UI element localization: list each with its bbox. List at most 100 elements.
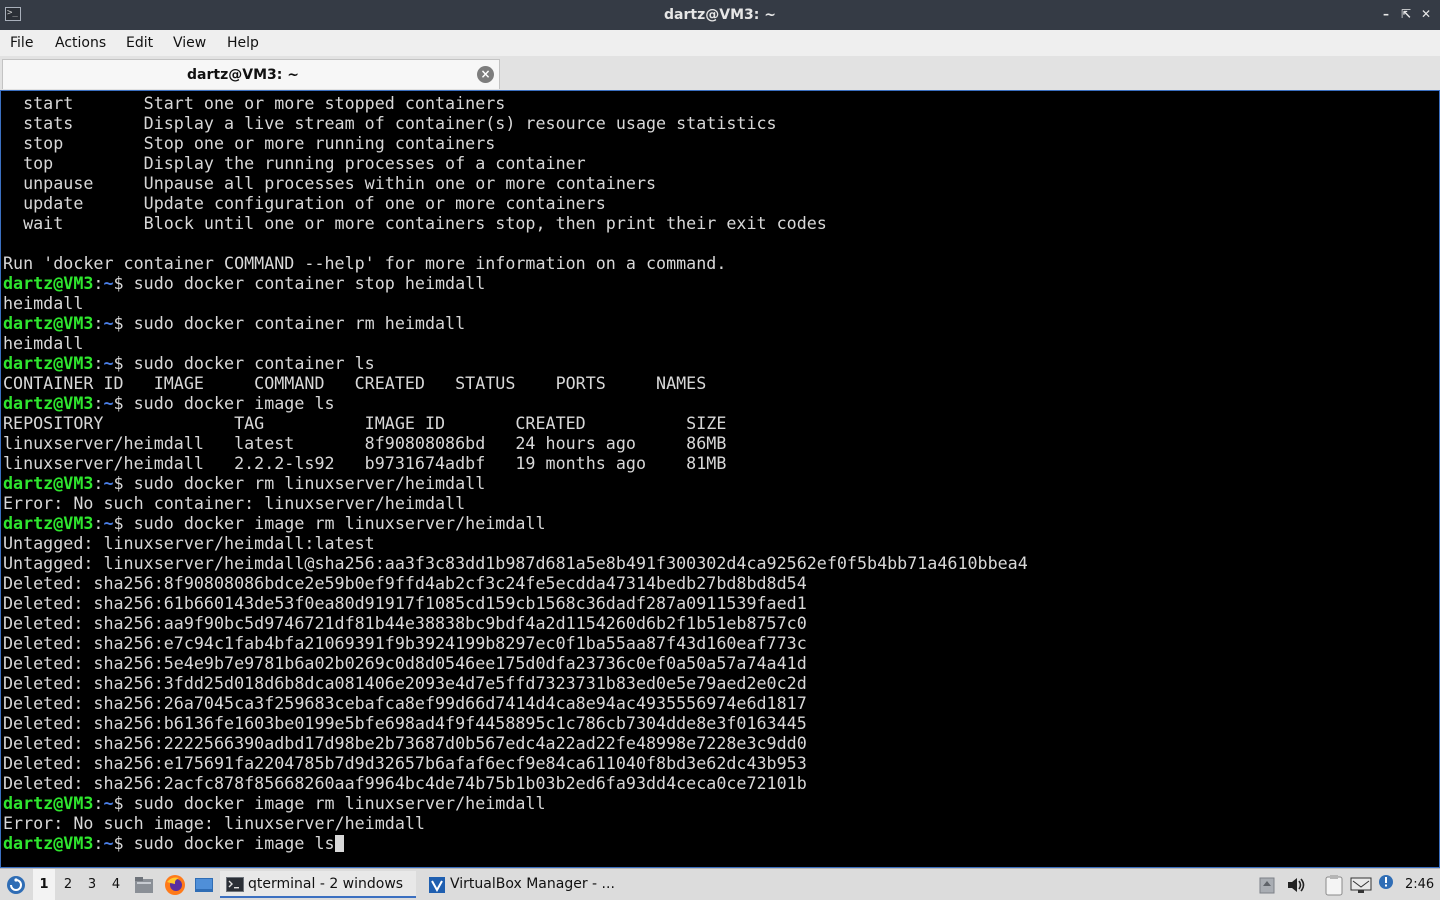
tab-label: dartz@VM3: ~: [187, 67, 299, 83]
task-virtualbox[interactable]: VirtualBox Manager - ...: [422, 871, 622, 898]
menu-edit[interactable]: Edit: [126, 30, 153, 56]
output-line: linuxserver/heimdall 2.2.2-ls92 b9731674…: [3, 453, 727, 473]
prompt-symbol: $: [113, 393, 134, 413]
window-title: dartz@VM3: ~: [664, 7, 776, 23]
desktop-2-button[interactable]: 2: [57, 869, 79, 900]
close-tab-icon[interactable]: ×: [477, 66, 494, 83]
prompt-symbol: $: [113, 313, 134, 333]
text-cursor: [334, 835, 344, 852]
prompt-user: dartz@VM3: [3, 833, 94, 853]
window-titlebar[interactable]: >_ dartz@VM3: ~ – ⇱ ✕: [0, 0, 1440, 30]
prompt-path: ~: [103, 473, 114, 493]
file-manager-icon[interactable]: [134, 876, 154, 894]
clock[interactable]: 2:46: [1405, 869, 1434, 900]
tab-bar: dartz@VM3: ~ ×: [0, 56, 1440, 90]
volume-icon[interactable]: [1286, 876, 1306, 894]
prompt-line: dartz@VM3:~$ sudo docker image ls: [3, 833, 344, 853]
output-line: Deleted: sha256:61b660143de53f0ea80d9191…: [3, 593, 807, 613]
prompt-user: dartz@VM3: [3, 393, 94, 413]
prompt-colon: :: [93, 473, 104, 493]
menu-actions[interactable]: Actions: [55, 30, 106, 56]
output-line: CONTAINER ID IMAGE COMMAND CREATED STATU…: [3, 373, 707, 393]
prompt-symbol: $: [113, 353, 134, 373]
prompt-user: dartz@VM3: [3, 353, 94, 373]
restore-icon[interactable]: ⇱: [1398, 6, 1414, 22]
output-line: Error: No such container: linuxserver/he…: [3, 493, 466, 513]
output-line: Deleted: sha256:3fdd25d018d6b8dca081406e…: [3, 673, 807, 693]
output-line: Deleted: sha256:26a7045ca3f259683cebafca…: [3, 693, 807, 713]
prompt-user: dartz@VM3: [3, 473, 94, 493]
output-line: Deleted: sha256:5e4e9b7e9781b6a02b0269c0…: [3, 653, 807, 673]
prompt-colon: :: [93, 393, 104, 413]
menu-view[interactable]: View: [173, 30, 206, 56]
output-line: Error: No such image: linuxserver/heimda…: [3, 813, 425, 833]
output-line: heimdall: [3, 293, 84, 313]
removable-media-icon[interactable]: [1259, 876, 1275, 894]
menu-help[interactable]: Help: [227, 30, 259, 56]
output-line: Deleted: sha256:aa9f90bc5d9746721df81b44…: [3, 613, 807, 633]
output-line: stats Display a live stream of container…: [3, 113, 777, 133]
output-line: Deleted: sha256:e7c94c1fab4bfa21069391f9…: [3, 633, 807, 653]
prompt-symbol: $: [113, 473, 134, 493]
prompt-colon: :: [93, 313, 104, 333]
output-line: unpause Unpause all processes within one…: [3, 173, 657, 193]
prompt-colon: :: [93, 513, 104, 533]
prompt-symbol: $: [113, 793, 134, 813]
command-text: sudo docker container rm heimdall: [133, 313, 466, 333]
prompt-symbol: $: [113, 833, 134, 853]
command-text: sudo docker image ls: [133, 393, 335, 413]
tab-terminal[interactable]: dartz@VM3: ~ ×: [2, 59, 500, 89]
prompt-line: dartz@VM3:~$ sudo docker container stop …: [3, 273, 485, 293]
output-line: wait Block until one or more containers …: [3, 213, 827, 233]
output-line: Deleted: sha256:2222566390adbd17d98be2b7…: [3, 733, 807, 753]
prompt-colon: :: [93, 353, 104, 373]
task-qterminal[interactable]: qterminal - 2 windows: [220, 871, 416, 898]
notification-icon[interactable]: [1378, 874, 1394, 892]
menu-file[interactable]: File: [10, 30, 33, 56]
prompt-colon: :: [93, 793, 104, 813]
network-icon[interactable]: [1350, 876, 1372, 894]
prompt-symbol: $: [113, 273, 134, 293]
clipboard-icon[interactable]: [1324, 874, 1344, 896]
output-line: Run 'docker container COMMAND --help' fo…: [3, 253, 727, 273]
prompt-colon: :: [93, 273, 104, 293]
prompt-line: dartz@VM3:~$ sudo docker rm linuxserver/…: [3, 473, 485, 493]
output-line: top Display the running processes of a c…: [3, 153, 586, 173]
output-line: stop Stop one or more running containers: [3, 133, 496, 153]
prompt-line: dartz@VM3:~$ sudo docker image rm linuxs…: [3, 513, 546, 533]
output-line: Deleted: sha256:e175691fa2204785b7d9d326…: [3, 753, 807, 773]
desktop-1-button[interactable]: 1: [33, 869, 55, 900]
lxqt-menu-icon[interactable]: [6, 875, 26, 895]
prompt-symbol: $: [113, 513, 134, 533]
virtualbox-icon: [429, 877, 445, 893]
close-icon[interactable]: ✕: [1418, 6, 1434, 22]
prompt-line: dartz@VM3:~$ sudo docker container ls: [3, 353, 375, 373]
prompt-path: ~: [103, 273, 114, 293]
output-line: Untagged: linuxserver/heimdall@sha256:aa…: [3, 553, 1028, 573]
command-text: sudo docker image rm linuxserver/heimdal…: [133, 513, 546, 533]
terminal-output[interactable]: start Start one or more stopped containe…: [0, 90, 1440, 868]
minimize-icon[interactable]: –: [1378, 6, 1394, 22]
output-line: heimdall: [3, 333, 84, 353]
output-line: Deleted: sha256:2acfc878f85668260aaf9964…: [3, 773, 807, 793]
firefox-icon[interactable]: [164, 874, 186, 896]
prompt-user: dartz@VM3: [3, 273, 94, 293]
output-line: start Start one or more stopped containe…: [3, 93, 506, 113]
output-line: REPOSITORY TAG IMAGE ID CREATED SIZE: [3, 413, 727, 433]
output-line: Untagged: linuxserver/heimdall:latest: [3, 533, 375, 553]
prompt-path: ~: [103, 353, 114, 373]
desktop-3-button[interactable]: 3: [81, 869, 103, 900]
desktop-4-button[interactable]: 4: [105, 869, 127, 900]
output-line: linuxserver/heimdall latest 8f90808086bd…: [3, 433, 727, 453]
prompt-line: dartz@VM3:~$ sudo docker image ls: [3, 393, 335, 413]
output-line: update Update configuration of one or mo…: [3, 193, 606, 213]
prompt-path: ~: [103, 313, 114, 333]
prompt-path: ~: [103, 393, 114, 413]
terminal-icon: [226, 877, 244, 892]
show-desktop-icon[interactable]: [194, 877, 214, 893]
command-text: sudo docker rm linuxserver/heimdall: [133, 473, 486, 493]
command-text: sudo docker image ls: [133, 833, 335, 853]
task-label: VirtualBox Manager - ...: [450, 876, 615, 892]
output-line: Deleted: sha256:b6136fe1603be0199e5bfe69…: [3, 713, 807, 733]
prompt-colon: :: [93, 833, 104, 853]
